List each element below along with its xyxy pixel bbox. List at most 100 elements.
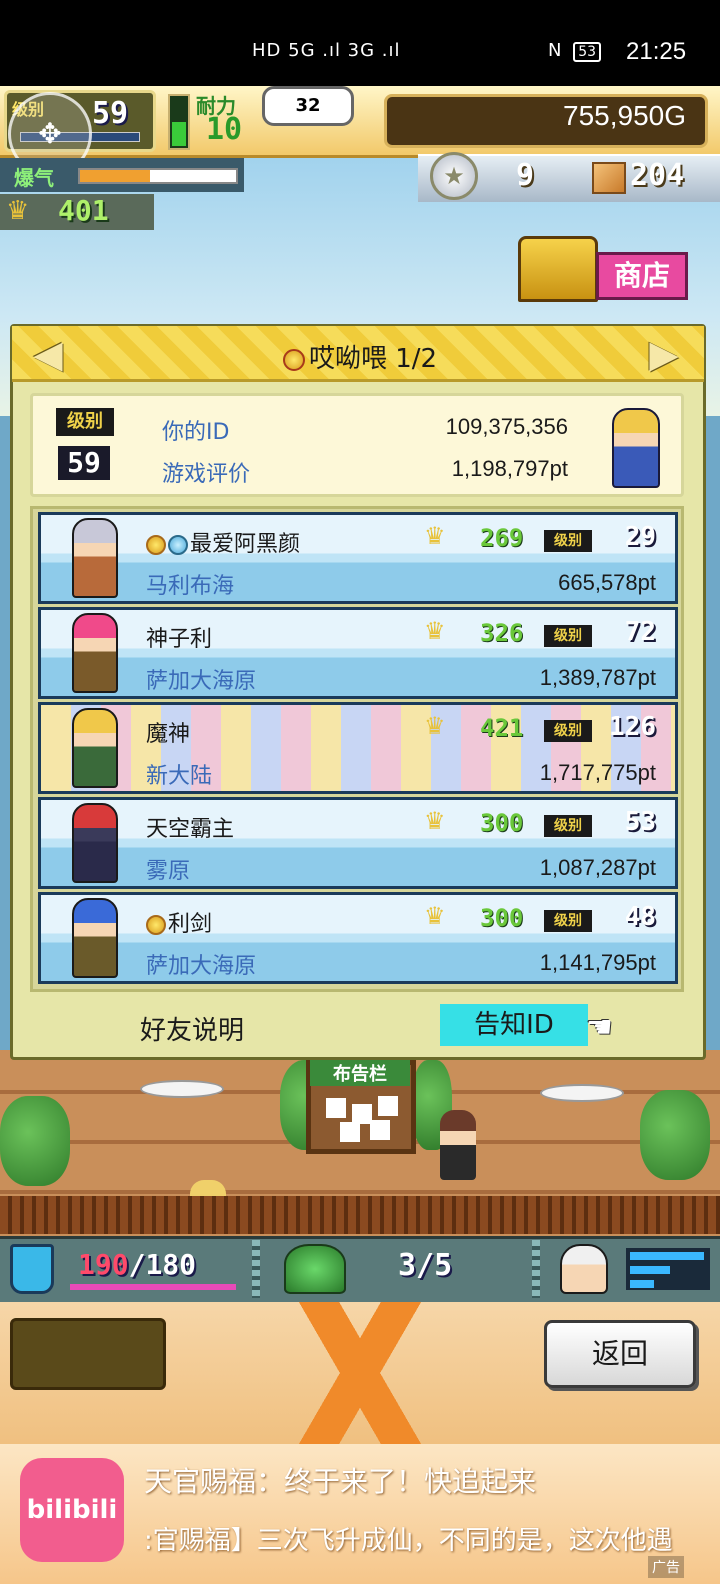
friend-level-label: 级别: [544, 530, 592, 552]
my-id-label: 你的ID: [162, 420, 230, 445]
friend-points: 665,578pt: [558, 570, 656, 595]
chest-icon[interactable]: [518, 236, 598, 302]
friend-level-label: 级别: [544, 625, 592, 647]
friend-level: 72: [624, 617, 656, 647]
staff-bar: [630, 1252, 704, 1260]
eagle-icon: ♛: [424, 807, 446, 835]
eagle-count: 401: [58, 194, 109, 227]
friend-eagles: 300: [480, 904, 524, 932]
staff-bar: [630, 1266, 670, 1274]
board-note: [326, 1098, 346, 1118]
board-note: [340, 1122, 360, 1142]
tree: [640, 1090, 710, 1180]
tree: [0, 1096, 70, 1186]
eagle-icon: ♛: [424, 617, 446, 645]
bilibili-logo[interactable]: bilibili: [20, 1458, 124, 1562]
back-button[interactable]: 返回: [544, 1320, 696, 1388]
stamina-value: 10: [206, 112, 243, 147]
prev-page-arrow[interactable]: ◀: [28, 332, 68, 376]
stamina-fill: [172, 122, 186, 146]
capacity-used: 190: [78, 1248, 129, 1281]
eagle-icon: ♛: [424, 902, 446, 930]
friend-area: 萨加大海原: [146, 669, 257, 694]
friend-name: 魔神: [146, 716, 190, 748]
my-avatar: [612, 408, 660, 488]
hand-pointer-icon: ☚: [586, 1010, 613, 1045]
eagle-icon: ♛: [6, 196, 30, 226]
friend-level-label: 级别: [544, 910, 592, 932]
friend-name: 最爱阿黑颜: [146, 526, 300, 558]
friend-eagles: 269: [480, 524, 524, 552]
friend-level: 53: [624, 807, 656, 837]
crate-icon: [592, 162, 626, 194]
friend-level-label: 级别: [544, 720, 592, 742]
friend-avatar: [72, 613, 118, 693]
friend-level: 48: [624, 902, 656, 932]
friend-level: 126: [609, 712, 656, 742]
speech-bubble[interactable]: 32: [262, 86, 354, 126]
friend-help-button[interactable]: 好友说明: [140, 1010, 244, 1047]
friend-area: 新大陆: [146, 764, 213, 789]
friend-name-text: 魔神: [146, 722, 191, 747]
hud-divider: [252, 1240, 260, 1298]
my-level-label: 级别: [56, 408, 114, 436]
my-info-box: [30, 393, 684, 497]
notify-id-button[interactable]: 告知ID: [440, 1004, 588, 1046]
panel-title: 哎呦喂 1/2: [200, 338, 520, 375]
crown-icon: [282, 348, 305, 371]
friend-name: 利剑: [146, 906, 212, 938]
friend-points: 1,389,787pt: [539, 665, 656, 690]
shop-button[interactable]: 商店: [596, 252, 688, 300]
friend-name-text: 天空霸主: [146, 817, 235, 842]
board-note: [378, 1096, 398, 1116]
gold-value: 755,950G: [563, 100, 686, 131]
friend-name-text: 最爱阿黑颜: [190, 532, 301, 557]
cafe-table: [140, 1080, 224, 1098]
medal-icon: ★: [430, 152, 478, 200]
clock: 21:25: [626, 38, 687, 65]
slot-value: 3/5: [398, 1248, 453, 1283]
medal-icon: [146, 535, 166, 555]
capacity-bar: [70, 1284, 236, 1290]
friend-name: 天空霸主: [146, 811, 234, 843]
staff-character: [440, 1110, 476, 1180]
capacity-value: 190/180: [78, 1248, 196, 1281]
status-right: N 53: [548, 40, 602, 62]
friend-points: 1,141,795pt: [539, 950, 656, 975]
my-id-value: 109,375,356: [445, 414, 568, 439]
friend-points: 1,717,775pt: [539, 760, 656, 785]
burst-label: 爆气: [14, 166, 54, 190]
friend-avatar: [72, 708, 118, 788]
panel-title-text: 哎呦喂 1/2: [308, 344, 438, 374]
hud-divider: [532, 1240, 540, 1298]
friend-avatar: [72, 518, 118, 598]
medal-icon: [146, 915, 166, 935]
cafe-table: [540, 1084, 624, 1102]
friend-level: 29: [624, 522, 656, 552]
capacity-sep: /: [128, 1248, 146, 1281]
friend-name-text: 利剑: [168, 912, 213, 937]
my-level-value: 59: [58, 446, 110, 480]
friend-eagles: 421: [480, 714, 524, 742]
network-icons: HD 5G .ıl 3G .ıl: [252, 40, 401, 61]
friend-avatar: [72, 803, 118, 883]
battery-icon: 53: [573, 42, 602, 62]
ad-title[interactable]: 天官赐福：终于来了！快追起来: [144, 1460, 536, 1500]
crate-count: 204: [630, 158, 685, 193]
burst-fill: [80, 170, 150, 182]
nfc-icon: N: [548, 40, 562, 61]
capacity-max: 180: [145, 1248, 197, 1281]
friend-eagles: 300: [480, 809, 524, 837]
plant-icon: [284, 1244, 346, 1294]
ad-tag: 广告: [648, 1556, 684, 1578]
next-page-arrow[interactable]: ▶: [644, 332, 684, 376]
staff-bar: [630, 1280, 654, 1288]
notice-board-title: 布告栏: [310, 1060, 410, 1086]
friend-name-text: 神子利: [146, 627, 213, 652]
ad-subtitle[interactable]: :官赐福】三次飞升成仙，不同的是，这次他遇: [144, 1520, 700, 1557]
empty-slot: [10, 1318, 166, 1390]
eagle-icon: ♛: [424, 522, 446, 550]
friend-area: 萨加大海原: [146, 954, 257, 979]
friend-area: 雾原: [146, 859, 191, 884]
board-note: [370, 1120, 390, 1140]
